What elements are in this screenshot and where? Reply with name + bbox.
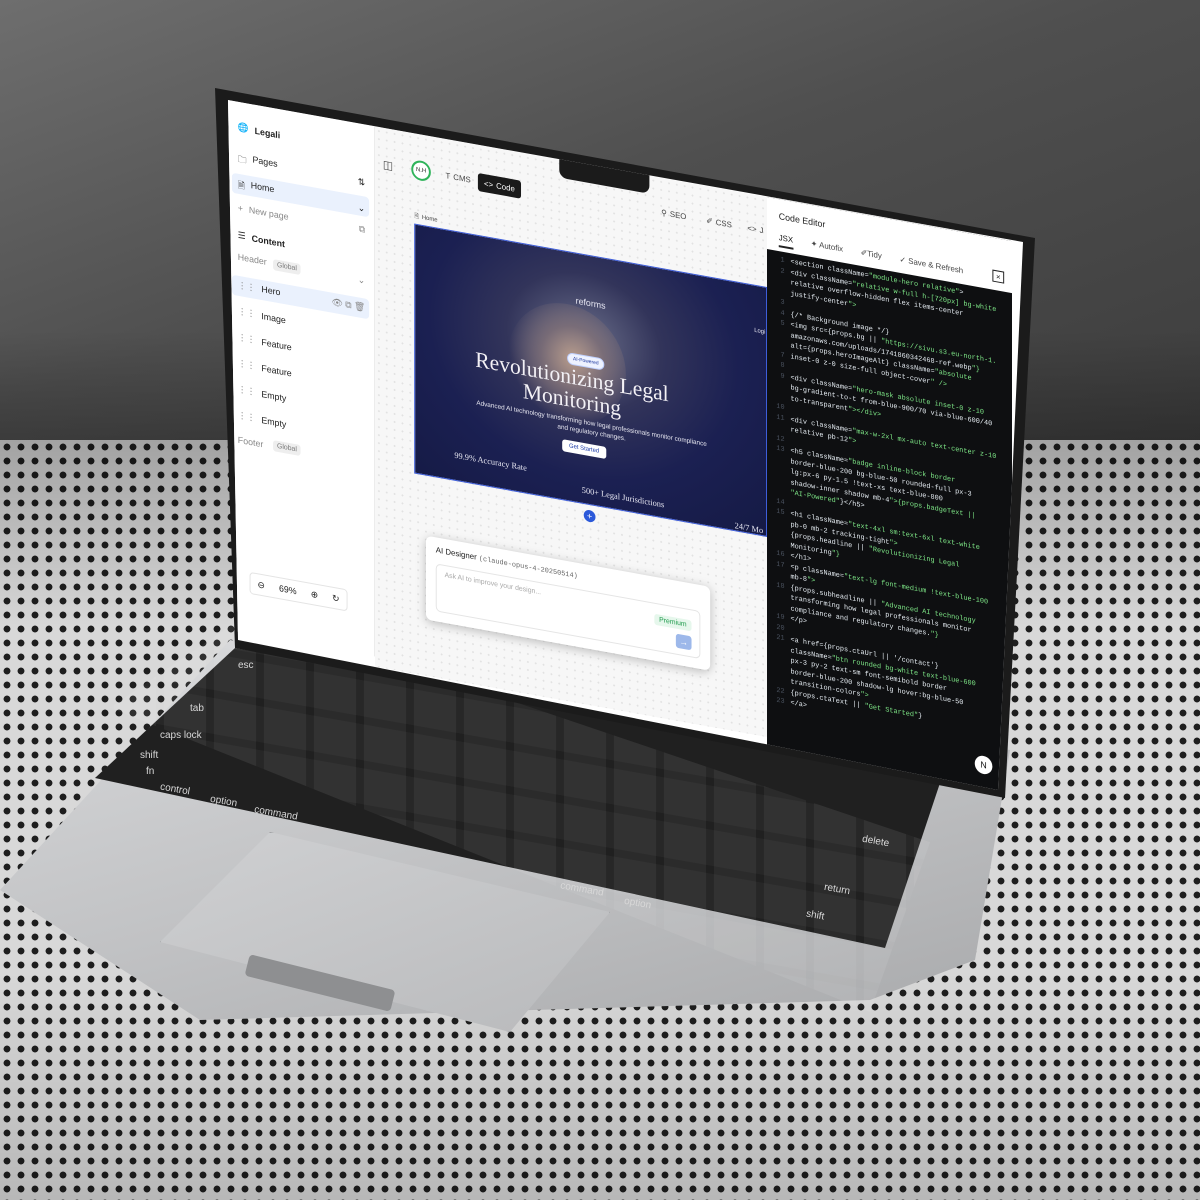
zoom-out-icon[interactable]: ⊖: [258, 579, 265, 591]
ai-designer-title: AI Designer: [435, 545, 477, 562]
line-text: </a>: [790, 699, 807, 711]
code-lines[interactable]: 1 <section className="module-hero relativ…: [771, 254, 1006, 748]
copy-icon: ⧉: [358, 223, 366, 235]
drag-handle-icon[interactable]: ⋮⋮: [238, 306, 256, 320]
seo-button[interactable]: ⚲ SEO: [661, 208, 686, 222]
layer-item-image[interactable]: ⋮⋮ Image: [238, 306, 286, 326]
css-label: CSS: [715, 217, 732, 230]
hero-stat-jurisdictions: 500+ Legal Jurisdictions: [581, 484, 665, 510]
code-toggle[interactable]: <> Code: [477, 172, 522, 199]
layer-label: Feature: [261, 362, 292, 378]
page-icon: 🗎: [414, 213, 419, 221]
wand-icon: ✦: [810, 238, 818, 250]
sidebar: 🌐 Legali 🗀 Pages ⇅ 🗎 Home ⌄ + New page ⧉…: [228, 100, 375, 657]
footer-group[interactable]: Footer Global: [237, 434, 301, 457]
header-global-pill: Global: [273, 259, 301, 276]
cms-toggle[interactable]: T CMS: [446, 171, 471, 185]
check-icon: ✓: [899, 254, 907, 265]
pages-label: Pages: [252, 154, 278, 169]
layer-label: Empty: [261, 388, 287, 403]
key-shift-left: shift: [140, 750, 159, 761]
footer-label: Footer: [237, 434, 264, 449]
drag-handle-icon[interactable]: ⋮⋮: [238, 384, 256, 398]
layer-label: Image: [261, 310, 286, 325]
hero-stat-monitoring: 24/7 Mo: [734, 520, 764, 536]
drag-handle-icon[interactable]: ⋮⋮: [238, 332, 256, 346]
ai-prompt-placeholder: Ask AI to improve your design...: [444, 571, 542, 597]
drag-handle-icon[interactable]: ⋮⋮: [238, 410, 256, 424]
tab-jsx[interactable]: JSX: [778, 233, 794, 250]
globe-icon: 🌐: [237, 121, 249, 134]
layers-icon: ☰: [237, 229, 246, 242]
folder-icon: 🗀: [237, 153, 247, 166]
cms-label: CMS: [453, 172, 471, 185]
hero-section-preview[interactable]: reforms Logi AI-Powered Revolutionizing …: [414, 223, 767, 537]
autofix-button[interactable]: ✦ Autofix: [811, 239, 843, 259]
site-name: Legali: [254, 125, 281, 140]
content-section: ☰ Content: [238, 230, 285, 249]
n-badge[interactable]: N: [974, 754, 993, 776]
plus-icon: +: [237, 202, 243, 214]
layer-item-feature[interactable]: ⋮⋮ Feature: [238, 358, 292, 379]
search-icon: ⚲: [661, 207, 667, 218]
drag-handle-icon[interactable]: ⋮⋮: [238, 358, 256, 372]
header-label: Header: [237, 251, 267, 267]
layer-item-feature[interactable]: ⋮⋮ Feature: [238, 332, 292, 353]
avatar[interactable]: N.H: [411, 158, 431, 183]
add-section-button[interactable]: +: [583, 509, 596, 524]
chevron-down-icon: ⌄: [357, 201, 366, 214]
key-tab: tab: [190, 703, 204, 714]
footer-global-pill: Global: [273, 440, 301, 457]
arrow-right-icon: →: [679, 636, 689, 648]
zoom-level: 69%: [278, 583, 297, 597]
design-canvas: ◫ N.H T CMS <> Code ⚲ SEO ✐ CSS <> J 🗎 H…: [375, 126, 767, 737]
page-icon: 🗎: [237, 179, 245, 192]
layer-item-empty[interactable]: ⋮⋮ Empty: [238, 384, 287, 404]
zoom-controls: ⊖ 69% ⊕ ↻: [249, 571, 348, 612]
layer-label: Empty: [261, 414, 287, 429]
js-label: J: [759, 225, 764, 236]
page-home-label: Home: [250, 180, 275, 195]
code-editor-title: Code Editor: [778, 211, 826, 230]
new-page-label: New page: [248, 204, 289, 222]
layer-item-empty[interactable]: ⋮⋮ Empty: [238, 410, 287, 430]
zoom-in-icon[interactable]: ⊕: [311, 588, 318, 600]
close-icon[interactable]: ×: [992, 269, 1005, 284]
key-caps-lock: caps lock: [160, 730, 202, 741]
key-fn: fn: [146, 766, 155, 777]
key-esc: esc: [238, 660, 254, 671]
text-icon: T: [445, 171, 451, 182]
ai-designer-panel: AI Designer (claude-opus-4-20250514) Ask…: [425, 535, 711, 671]
code-icon: <>: [484, 178, 494, 190]
site-switcher[interactable]: 🌐 Legali: [238, 122, 280, 141]
code-label: Code: [496, 180, 515, 194]
brush-icon: ✐: [706, 216, 713, 227]
line-number: 23: [776, 696, 785, 707]
premium-badge: Premium: [654, 613, 692, 632]
code-editor: Code Editor JSX ✦ Autofix ✐Tidy ✓ Save &…: [767, 196, 1012, 790]
hero-cta-button[interactable]: Get Started: [562, 439, 606, 460]
js-button[interactable]: <> J: [747, 223, 763, 235]
toggle-sidebar-icon[interactable]: ◫: [383, 158, 393, 173]
chevron-down-icon: ⌄: [357, 273, 366, 286]
tidy-button[interactable]: ✐Tidy: [861, 248, 882, 266]
reset-icon[interactable]: ↻: [332, 592, 339, 604]
css-button[interactable]: ✐ CSS: [706, 216, 732, 230]
send-button[interactable]: →: [675, 633, 692, 651]
save-refresh-button[interactable]: ✓ Save & Refresh: [899, 255, 963, 280]
seo-label: SEO: [669, 209, 687, 222]
content-label: Content: [251, 232, 285, 249]
code-icon: <>: [747, 223, 757, 235]
layer-label: Feature: [261, 336, 292, 352]
hero-stat-accuracy: 99.9% Accuracy Rate: [454, 449, 527, 473]
chevron-updown-icon: ⇅: [357, 175, 366, 188]
